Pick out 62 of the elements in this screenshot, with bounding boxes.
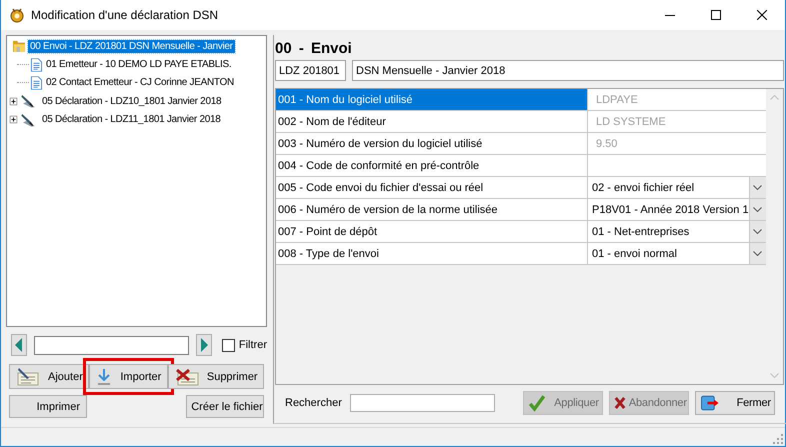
document-icon	[30, 76, 42, 90]
expand-icon[interactable]	[10, 98, 18, 106]
pen-icon	[16, 366, 40, 386]
document-icon	[30, 58, 42, 72]
input-field[interactable]	[34, 336, 190, 354]
close-button[interactable]: Fermer	[694, 391, 775, 415]
checkbox-label[interactable]: Filtrer	[238, 339, 267, 351]
field-value: LDPAYE	[588, 89, 766, 110]
description-field[interactable]: DSN Mensuelle - Janvier 2018	[352, 60, 784, 81]
tree-item[interactable]: 02 Contact Emetteur - CJ Corinne JEANTON	[44, 76, 236, 90]
tree-item[interactable]: 05 Déclaration - LDZ10_1801 Janvier 2018	[40, 94, 224, 108]
add-button[interactable]: Ajouter	[9, 364, 90, 389]
action-button[interactable]: Créer le fichier	[186, 395, 264, 418]
filter-checkbox[interactable]	[222, 338, 235, 352]
dropdown-field[interactable]: 02 - envoi fichier réel	[588, 177, 766, 198]
previous-button[interactable]	[11, 334, 27, 356]
field-label[interactable]: 006 - Numéro de version de la norme utilisée	[276, 199, 588, 220]
tree-item[interactable]: 05 Déclaration - LDZ11_1801 Janvier 2018	[40, 113, 222, 126]
delete-icon	[174, 366, 199, 386]
field-label[interactable]: 005 - Code envoi du fichier d'essai ou réel	[276, 177, 588, 198]
code-field[interactable]: LDZ 201801	[275, 60, 346, 81]
field-label[interactable]: 001 - Nom du logiciel utilisé	[276, 89, 588, 110]
cross-icon	[614, 396, 626, 410]
caret-icon	[753, 229, 762, 234]
expand-icon[interactable]	[10, 116, 18, 124]
delete-button[interactable]: Supprimer	[168, 364, 264, 389]
exit-icon	[700, 394, 720, 412]
caret-icon	[753, 185, 762, 190]
input-field[interactable]	[588, 155, 766, 176]
quill-icon	[20, 112, 38, 127]
search-field[interactable]	[350, 394, 495, 412]
maximize-icon	[711, 10, 721, 20]
tree-item[interactable]: 00 Envoi - LDZ 201801 DSN Mensuelle - Janvier	[28, 40, 235, 53]
field-value: LD SYSTEME	[588, 111, 766, 132]
window-title: Modification d'une déclaration DSN	[31, 8, 218, 22]
field-label[interactable]: 002 - Nom de l'éditeur	[276, 111, 588, 132]
app-icon	[9, 7, 25, 23]
field-label[interactable]: 003 - Numéro de version du logiciel utilisé	[276, 133, 588, 154]
dropdown-field[interactable]: 01 - Net-entreprises	[588, 221, 766, 242]
dropdown-field[interactable]: 01 - envoi normal	[588, 243, 766, 264]
tree-item[interactable]: 01 Emetteur - 10 DEMO LD PAYE ETABLIS.	[44, 58, 234, 72]
arrow-left-icon	[15, 338, 22, 352]
close-icon	[757, 10, 767, 20]
dropdown-field[interactable]: P18V01 - Année 2018 Version 1	[588, 199, 766, 220]
arrow-right-icon	[200, 338, 208, 352]
action-button[interactable]: Imprimer	[9, 395, 87, 418]
search-label: Rechercher	[285, 397, 342, 409]
folder-icon	[12, 39, 26, 53]
caret-icon	[753, 207, 762, 212]
quill-icon	[20, 94, 38, 108]
field-label[interactable]: 008 - Type de l'envoi	[276, 243, 588, 264]
tree-view[interactable]	[6, 35, 267, 327]
field-value: 9.50	[588, 133, 766, 154]
next-button[interactable]	[196, 334, 212, 356]
field-label[interactable]: 007 - Point de dépôt	[276, 221, 588, 242]
field-label[interactable]: 004 - Code de conformité en pré-contrôle	[276, 155, 588, 176]
section-title: 00 - Envoi	[275, 38, 353, 58]
caret-icon	[753, 251, 762, 256]
resize-grip-icon[interactable]	[773, 434, 783, 444]
download-icon	[96, 368, 112, 386]
check-icon	[528, 394, 546, 412]
minimize-icon	[665, 14, 675, 16]
